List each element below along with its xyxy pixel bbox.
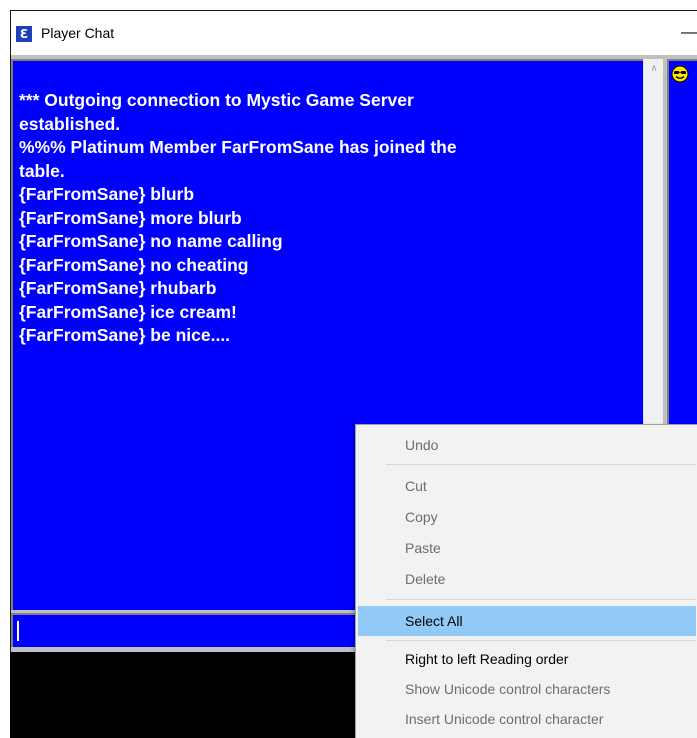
chat-line: {FarFromSane} more blurb: [19, 207, 242, 228]
menu-separator: [386, 599, 696, 600]
chat-line: %%% Platinum Member FarFromSane has join…: [19, 137, 457, 157]
menu-item-insert-unicode[interactable]: Insert Unicode control character: [358, 707, 696, 731]
smiley-sunglasses-icon: [671, 65, 689, 83]
menu-item-select-all[interactable]: Select All: [358, 606, 696, 636]
chat-line: {FarFromSane} ice cream!: [19, 301, 237, 322]
scroll-up-arrow-icon[interactable]: ∧: [648, 64, 660, 74]
chat-line: {FarFromSane} rhubarb: [19, 278, 217, 298]
menu-item-paste[interactable]: Paste: [358, 536, 696, 560]
menu-item-rtl-reading-order[interactable]: Right to left Reading order: [358, 647, 696, 671]
menu-separator: [386, 464, 696, 465]
menu-item-cut[interactable]: Cut: [358, 474, 696, 498]
title-bar[interactable]: Ɛ Player Chat —: [11, 11, 697, 55]
chat-line: table.: [19, 160, 65, 181]
chat-line: {FarFromSane} no name calling: [19, 231, 283, 251]
chat-line: established.: [19, 113, 121, 134]
app-icon: Ɛ: [16, 26, 32, 42]
context-menu: Undo Cut Copy Paste Delete Select All Ri…: [355, 424, 697, 738]
text-caret: [17, 621, 19, 641]
chat-line: {FarFromSane} no cheating: [19, 254, 249, 275]
window-title: Player Chat: [41, 25, 115, 41]
chat-line: *** Outgoing connection to Mystic Game S…: [19, 90, 414, 110]
chat-input[interactable]: [21, 619, 325, 645]
menu-item-show-unicode[interactable]: Show Unicode control characters: [358, 677, 696, 701]
menu-item-copy[interactable]: Copy: [358, 505, 696, 529]
chat-line: {FarFromSane} blurb: [19, 184, 195, 204]
menu-separator: [386, 640, 696, 641]
minimize-button[interactable]: —: [681, 19, 697, 47]
chat-line: {FarFromSane} be nice....: [19, 325, 231, 345]
menu-item-undo[interactable]: Undo: [358, 433, 696, 457]
menu-item-delete[interactable]: Delete: [358, 567, 696, 591]
